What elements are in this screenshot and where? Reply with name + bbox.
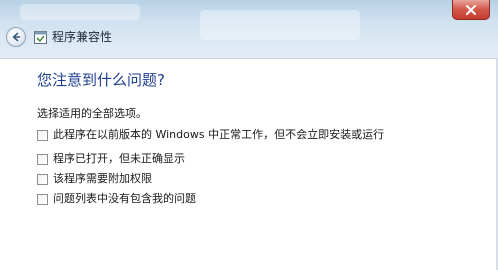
option-label: 此程序在以前版本的 Windows 中正常工作，但不会立即安装或运行 (53, 128, 385, 141)
back-button[interactable] (6, 27, 26, 47)
wizard-content: 您注意到什么问题? 选择适用的全部选项。 此程序在以前版本的 Windows 中… (0, 58, 498, 270)
page-heading: 您注意到什么问题? (37, 71, 165, 89)
title-bar: 程序兼容性 (0, 0, 498, 58)
close-button[interactable] (452, 0, 490, 20)
option-problem-not-listed[interactable]: 问题列表中没有包含我的问题 (37, 192, 196, 206)
checkbox[interactable] (37, 129, 48, 141)
checkbox[interactable] (37, 173, 48, 185)
glass-reflection (20, 4, 140, 20)
compatibility-wizard-window: 程序兼容性 您注意到什么问题? 选择适用的全部选项。 此程序在以前版本的 Win… (0, 0, 498, 270)
option-install-or-run[interactable]: 此程序在以前版本的 Windows 中正常工作，但不会立即安装或运行 (37, 128, 384, 142)
instruction-text: 选择适用的全部选项。 (37, 107, 147, 120)
checkbox[interactable] (37, 193, 48, 205)
option-additional-permissions[interactable]: 该程序需要附加权限 (37, 172, 152, 186)
option-label: 程序已打开，但未正确显示 (53, 152, 185, 165)
window-title: 程序兼容性 (52, 30, 113, 44)
option-label: 问题列表中没有包含我的问题 (53, 192, 196, 205)
option-label: 该程序需要附加权限 (53, 172, 152, 185)
close-icon (466, 4, 476, 15)
compatibility-app-icon (34, 31, 47, 44)
glass-reflection (200, 10, 360, 40)
option-display-incorrect[interactable]: 程序已打开，但未正确显示 (37, 152, 185, 166)
back-arrow-icon (12, 32, 21, 42)
checkbox[interactable] (37, 153, 48, 165)
